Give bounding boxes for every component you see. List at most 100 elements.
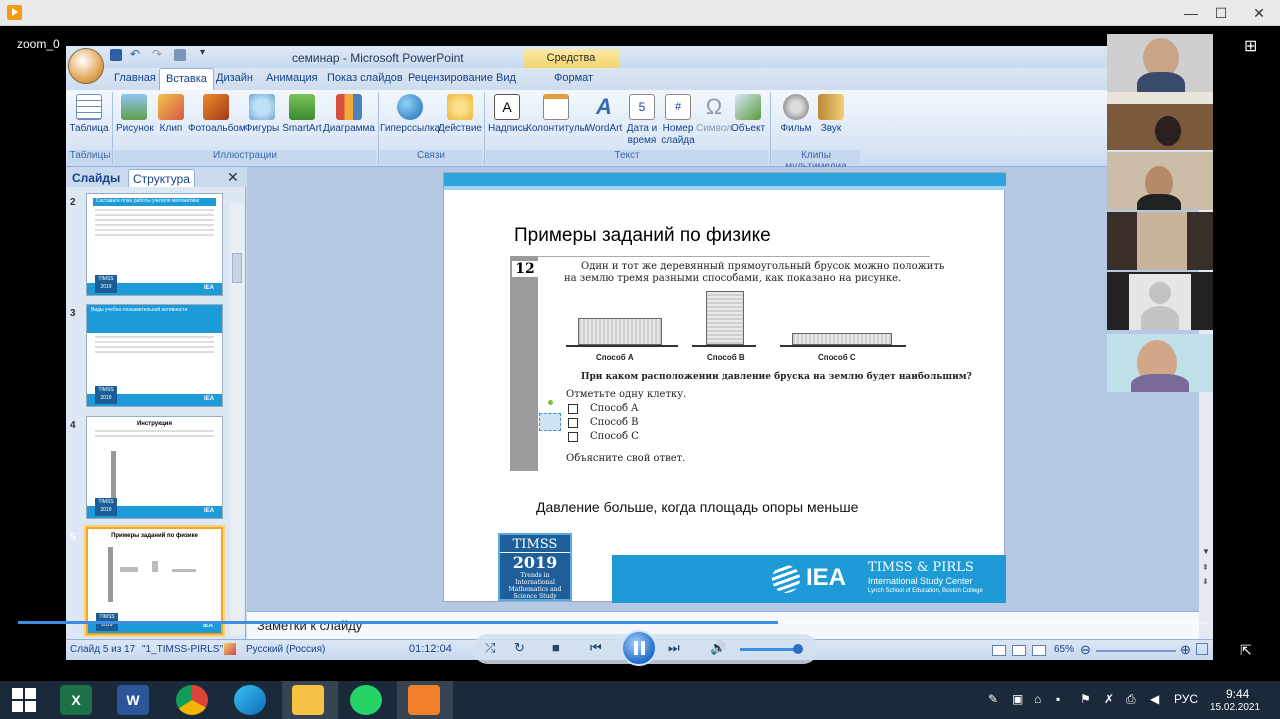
slide-number-button[interactable]: # Номер слайда bbox=[660, 94, 696, 147]
object-button[interactable]: Объект bbox=[730, 94, 766, 135]
answer-text[interactable]: Давление больше, когда площадь опоры мен… bbox=[536, 499, 858, 515]
file-explorer-icon[interactable] bbox=[292, 685, 324, 715]
gallery-view-icon[interactable]: ⊞ bbox=[1244, 36, 1257, 56]
zoom-out-icon[interactable]: ⊖ bbox=[1080, 642, 1091, 658]
chrome-icon[interactable] bbox=[176, 685, 208, 715]
redo-icon[interactable]: ↷ bbox=[152, 47, 162, 61]
tab-outline[interactable]: Структура bbox=[128, 169, 195, 187]
close-pane-icon[interactable]: ✕ bbox=[227, 169, 239, 186]
slide-canvas[interactable]: Примеры заданий по физике 12 Один и тот … bbox=[443, 172, 1006, 603]
tray-icon[interactable]: ⚑ bbox=[1080, 692, 1091, 706]
slide-thumbnail[interactable]: Составьте план работы учителя математики… bbox=[86, 193, 223, 296]
previous-icon[interactable]: ⏮ bbox=[590, 640, 602, 656]
slideshow-icon[interactable] bbox=[174, 49, 186, 61]
zoom-in-icon[interactable]: ⊕ bbox=[1180, 642, 1191, 658]
normal-view-icon[interactable] bbox=[992, 645, 1006, 656]
network-icon[interactable]: ⌂ bbox=[1034, 692, 1041, 706]
volume-icon[interactable]: 🔊 bbox=[710, 640, 726, 656]
tab-format[interactable]: Формат bbox=[554, 72, 593, 84]
slide-thumbnail[interactable]: Инструкция TIMSS 2019 IEA bbox=[86, 416, 223, 519]
smartart-button[interactable]: SmartArt bbox=[282, 94, 322, 135]
pen-icon[interactable]: ✎ bbox=[988, 692, 998, 706]
fit-to-window-icon[interactable] bbox=[1196, 643, 1208, 655]
tray-printer-icon[interactable]: ⎙ bbox=[1126, 692, 1136, 707]
tab-view[interactable]: Вид bbox=[496, 72, 516, 84]
save-icon[interactable] bbox=[110, 49, 122, 61]
tab-animation[interactable]: Анимация bbox=[266, 72, 318, 84]
excel-icon[interactable]: X bbox=[60, 685, 92, 715]
scroll-down-icon[interactable]: ▼ bbox=[1202, 547, 1210, 556]
tab-home[interactable]: Главная bbox=[114, 72, 156, 84]
maximize-button[interactable]: ☐ bbox=[1200, 0, 1242, 26]
language-indicator[interactable]: Русский (Россия) bbox=[246, 644, 325, 655]
speaker-icon[interactable]: ◀ bbox=[1150, 692, 1159, 706]
action-button[interactable]: Действие bbox=[438, 94, 482, 135]
word-icon[interactable]: W bbox=[117, 685, 149, 715]
textbox-button[interactable]: A Надпись bbox=[488, 94, 528, 135]
tab-insert[interactable]: Вставка bbox=[159, 68, 214, 90]
selected-shape-handle[interactable] bbox=[539, 413, 561, 431]
header-footer-button[interactable]: Колонтитулы bbox=[526, 94, 587, 135]
zoom-level[interactable]: 65% bbox=[1054, 644, 1074, 655]
whatsapp-icon[interactable] bbox=[350, 685, 382, 715]
stop-icon[interactable]: ■ bbox=[552, 640, 560, 655]
slideshow-view-icon[interactable] bbox=[1032, 645, 1046, 656]
edge-icon[interactable] bbox=[234, 685, 266, 715]
slide-sorter-icon[interactable] bbox=[1012, 645, 1026, 656]
hyperlink-button[interactable]: Гиперссылка bbox=[380, 94, 440, 135]
movie-button[interactable]: Фильм bbox=[776, 94, 816, 135]
clock-date[interactable]: 15.02.2021 bbox=[1210, 702, 1260, 713]
start-button[interactable] bbox=[12, 688, 36, 712]
sound-button[interactable]: Звук bbox=[814, 94, 848, 135]
volume-slider[interactable] bbox=[740, 648, 800, 651]
zoom-slider[interactable] bbox=[1096, 650, 1176, 652]
switch-to-skin-icon[interactable]: ⇱ bbox=[1240, 642, 1252, 659]
slides-scrollbar-thumb[interactable] bbox=[232, 253, 242, 283]
quick-access-toolbar[interactable]: ↶ ↷ ▾ bbox=[110, 47, 210, 65]
checkbox-way-b[interactable] bbox=[568, 418, 578, 428]
previous-slide-icon[interactable]: ⇞ bbox=[1202, 563, 1209, 572]
participant-video-3[interactable] bbox=[1107, 152, 1213, 210]
tab-slides[interactable]: Слайды bbox=[68, 169, 124, 187]
media-player-icon[interactable] bbox=[408, 685, 440, 715]
tab-slideshow[interactable]: Показ слайдов bbox=[327, 72, 403, 84]
participant-video-5[interactable] bbox=[1107, 272, 1213, 330]
checkbox-way-a[interactable] bbox=[568, 404, 578, 414]
shapes-button[interactable]: Фигуры bbox=[244, 94, 280, 135]
shuffle-icon[interactable]: ⤮ bbox=[485, 640, 495, 656]
tab-design[interactable]: Дизайн bbox=[216, 72, 253, 84]
pause-button[interactable] bbox=[621, 630, 657, 666]
repeat-icon[interactable]: ↻ bbox=[514, 640, 525, 656]
next-icon[interactable]: ⏭ bbox=[668, 640, 680, 656]
tab-review[interactable]: Рецензирование bbox=[408, 72, 493, 84]
close-button[interactable]: ✕ bbox=[1238, 0, 1280, 26]
participant-video-1[interactable] bbox=[1107, 34, 1213, 92]
rotate-handle[interactable] bbox=[548, 400, 553, 405]
spellcheck-icon[interactable] bbox=[224, 643, 236, 655]
next-slide-icon[interactable]: ⇟ bbox=[1202, 577, 1209, 586]
participant-video-6[interactable] bbox=[1107, 334, 1213, 392]
customize-qat-icon[interactable]: ▾ bbox=[200, 47, 205, 58]
tray-meet-icon[interactable]: ▪ bbox=[1056, 692, 1060, 706]
chart-button[interactable]: Диаграмма bbox=[322, 94, 376, 135]
microphone-icon[interactable]: ✗ bbox=[1104, 692, 1114, 706]
photo-album-button[interactable]: Фотоальбом bbox=[188, 94, 246, 135]
tray-app-icon[interactable]: ▣ bbox=[1012, 692, 1023, 706]
picture-button[interactable]: Рисунок bbox=[116, 94, 154, 135]
checkbox-way-c[interactable] bbox=[568, 432, 578, 442]
slide-thumbnail[interactable]: Виды учебно-познавательной активности TI… bbox=[86, 304, 223, 407]
slide-title[interactable]: Примеры заданий по физике bbox=[514, 225, 771, 247]
participant-video-4[interactable] bbox=[1107, 212, 1213, 270]
clipart-button[interactable]: Клип bbox=[156, 94, 186, 135]
clock-time[interactable]: 9:44 bbox=[1226, 687, 1249, 701]
keyboard-language[interactable]: РУС bbox=[1174, 692, 1198, 706]
volume-knob[interactable] bbox=[793, 644, 803, 654]
slide-thumbnail-current[interactable]: Примеры заданий по физике TIMSS 2019 IEA bbox=[86, 527, 223, 635]
wordart-button[interactable]: A WordArt bbox=[584, 94, 624, 135]
participant-video-2[interactable] bbox=[1107, 92, 1213, 150]
undo-icon[interactable]: ↶ bbox=[130, 47, 140, 61]
symbol-button[interactable]: Ω Символ bbox=[696, 94, 732, 135]
date-time-button[interactable]: 5 Дата и время bbox=[624, 94, 660, 147]
table-button[interactable]: Таблица bbox=[69, 94, 109, 135]
office-button[interactable] bbox=[68, 48, 104, 84]
